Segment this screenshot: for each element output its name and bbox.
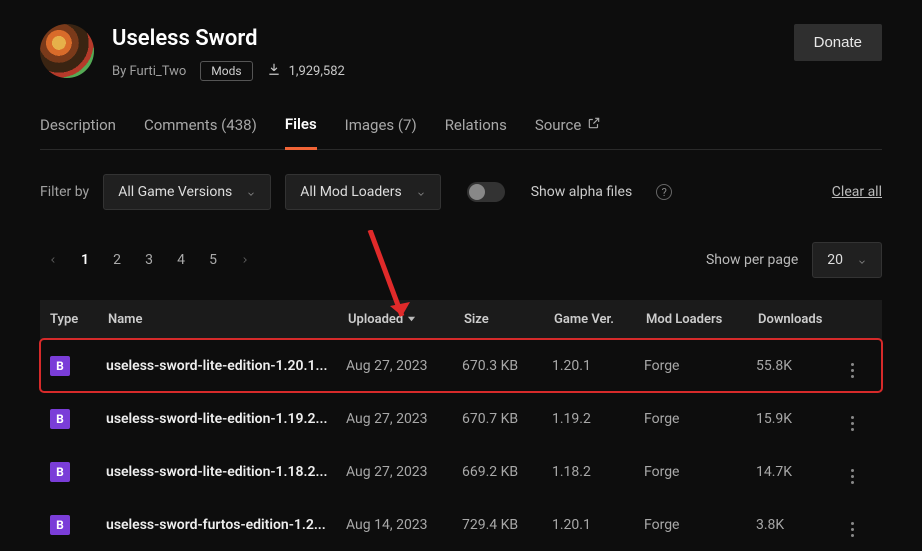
mod-header: Useless Sword By Furti_Two Mods 1,929,58… bbox=[40, 24, 882, 81]
file-modloader: Forge bbox=[644, 411, 756, 427]
filter-row: Filter by All Game Versions All Mod Load… bbox=[40, 174, 882, 210]
page-next[interactable] bbox=[232, 247, 258, 273]
file-modloader: Forge bbox=[644, 517, 756, 533]
page-3[interactable]: 3 bbox=[136, 247, 162, 273]
files-table: Type Name Uploaded Size Game Ver. Mod Lo… bbox=[40, 300, 882, 551]
table-row[interactable]: Buseless-sword-lite-edition-1.20.1...Aug… bbox=[40, 339, 882, 392]
row-menu-button[interactable] bbox=[842, 363, 862, 378]
page-2[interactable]: 2 bbox=[104, 247, 130, 273]
pager-row: 12345 Show per page 20 bbox=[40, 242, 882, 278]
col-type[interactable]: Type bbox=[40, 312, 106, 327]
tab-files[interactable]: Files bbox=[285, 115, 317, 150]
file-uploaded: Aug 27, 2023 bbox=[346, 358, 462, 374]
file-downloads: 55.8K bbox=[756, 358, 842, 374]
tab-comments[interactable]: Comments (438) bbox=[144, 116, 257, 148]
alpha-label: Show alpha files bbox=[531, 184, 633, 200]
col-gamever[interactable]: Game Ver. bbox=[552, 312, 644, 327]
row-menu-button[interactable] bbox=[842, 416, 862, 431]
col-uploaded[interactable]: Uploaded bbox=[346, 312, 462, 327]
col-downloads[interactable]: Downloads bbox=[756, 312, 842, 327]
file-size: 729.4 KB bbox=[462, 517, 552, 533]
chevron-down-icon bbox=[416, 187, 426, 197]
per-page-label: Show per page bbox=[706, 252, 798, 268]
per-page-select[interactable]: 20 bbox=[812, 242, 882, 278]
row-menu-button[interactable] bbox=[842, 469, 862, 484]
release-type-badge: B bbox=[50, 356, 70, 376]
sort-desc-icon bbox=[407, 312, 416, 327]
col-name[interactable]: Name bbox=[106, 312, 346, 327]
page-4[interactable]: 4 bbox=[168, 247, 194, 273]
file-downloads: 14.7K bbox=[756, 464, 842, 480]
table-row[interactable]: Buseless-sword-lite-edition-1.19.2...Aug… bbox=[40, 392, 882, 445]
alpha-toggle[interactable] bbox=[467, 182, 505, 202]
mods-badge[interactable]: Mods bbox=[200, 61, 252, 81]
tab-source[interactable]: Source bbox=[535, 116, 601, 148]
help-icon[interactable]: ? bbox=[656, 184, 672, 200]
release-type-badge: B bbox=[50, 462, 70, 482]
file-uploaded: Aug 14, 2023 bbox=[346, 517, 462, 533]
release-type-badge: B bbox=[50, 409, 70, 429]
file-gamever: 1.19.2 bbox=[552, 411, 644, 427]
mod-loader-select[interactable]: All Mod Loaders bbox=[285, 174, 440, 210]
file-gamever: 1.20.1 bbox=[552, 358, 644, 374]
page-5[interactable]: 5 bbox=[200, 247, 226, 273]
file-uploaded: Aug 27, 2023 bbox=[346, 411, 462, 427]
download-icon bbox=[267, 62, 281, 80]
clear-all-link[interactable]: Clear all bbox=[832, 184, 882, 200]
chevron-down-icon bbox=[857, 255, 867, 265]
file-name[interactable]: useless-sword-lite-edition-1.20.1... bbox=[106, 358, 346, 374]
col-modloaders[interactable]: Mod Loaders bbox=[644, 312, 756, 327]
external-link-icon bbox=[587, 116, 601, 134]
file-size: 670.3 KB bbox=[462, 358, 552, 374]
pager: 12345 bbox=[40, 247, 258, 273]
file-size: 670.7 KB bbox=[462, 411, 552, 427]
table-row[interactable]: Buseless-sword-furtos-edition-1.2...Aug … bbox=[40, 498, 882, 551]
chevron-down-icon bbox=[246, 187, 256, 197]
game-version-select[interactable]: All Game Versions bbox=[103, 174, 271, 210]
author-line[interactable]: By Furti_Two bbox=[112, 64, 186, 79]
download-count: 1,929,582 bbox=[267, 62, 345, 80]
table-header: Type Name Uploaded Size Game Ver. Mod Lo… bbox=[40, 300, 882, 339]
tab-description[interactable]: Description bbox=[40, 116, 116, 148]
table-row[interactable]: Buseless-sword-lite-edition-1.18.2...Aug… bbox=[40, 445, 882, 498]
tabs: Description Comments (438) Files Images … bbox=[40, 115, 882, 150]
page-1[interactable]: 1 bbox=[72, 247, 98, 273]
mod-avatar bbox=[40, 24, 94, 78]
file-downloads: 15.9K bbox=[756, 411, 842, 427]
file-modloader: Forge bbox=[644, 464, 756, 480]
toggle-knob bbox=[469, 184, 485, 200]
col-size[interactable]: Size bbox=[462, 312, 552, 327]
file-gamever: 1.18.2 bbox=[552, 464, 644, 480]
file-name[interactable]: useless-sword-furtos-edition-1.2... bbox=[106, 517, 346, 533]
file-modloader: Forge bbox=[644, 358, 756, 374]
file-size: 669.2 KB bbox=[462, 464, 552, 480]
release-type-badge: B bbox=[50, 515, 70, 535]
tab-images[interactable]: Images (7) bbox=[345, 116, 417, 148]
file-name[interactable]: useless-sword-lite-edition-1.18.2... bbox=[106, 464, 346, 480]
file-gamever: 1.20.1 bbox=[552, 517, 644, 533]
file-name[interactable]: useless-sword-lite-edition-1.19.2... bbox=[106, 411, 346, 427]
donate-button[interactable]: Donate bbox=[794, 24, 882, 61]
file-uploaded: Aug 27, 2023 bbox=[346, 464, 462, 480]
tab-relations[interactable]: Relations bbox=[445, 116, 507, 148]
page-prev[interactable] bbox=[40, 247, 66, 273]
row-menu-button[interactable] bbox=[842, 522, 862, 537]
mod-title: Useless Sword bbox=[112, 26, 794, 51]
file-downloads: 3.8K bbox=[756, 517, 842, 533]
filter-label: Filter by bbox=[40, 184, 89, 200]
